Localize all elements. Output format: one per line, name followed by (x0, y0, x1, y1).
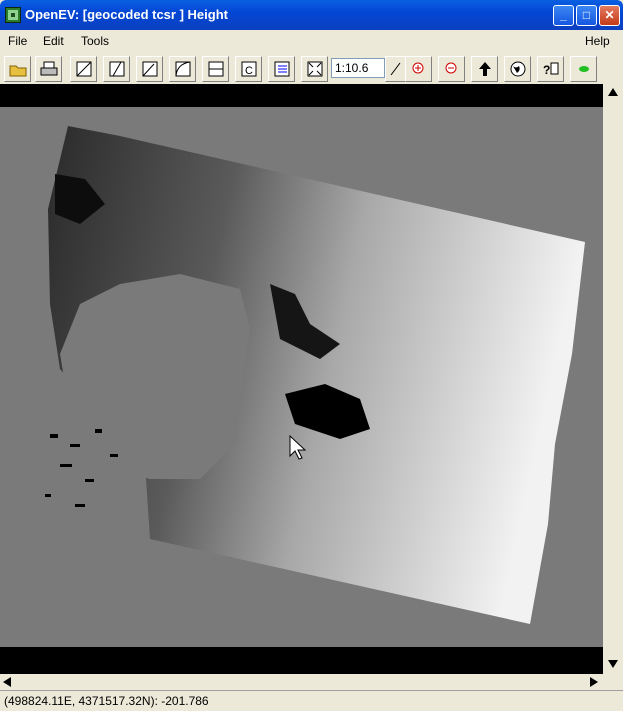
window-title: OpenEV: [geocoded tcsr ] Height (25, 7, 228, 22)
scroll-down-icon[interactable] (608, 660, 618, 668)
scroll-right-icon[interactable] (590, 677, 598, 687)
zoom-out-icon (445, 62, 456, 74)
toolbar: C ? (0, 54, 623, 84)
help-query-button[interactable]: ? (537, 56, 564, 82)
stretch-b-icon (142, 61, 157, 77)
openev-app-icon (5, 7, 21, 23)
stretch-linear-icon (76, 61, 91, 77)
svg-text:C: C (245, 65, 253, 77)
stretch-curve-icon (175, 61, 190, 77)
open-button[interactable] (4, 56, 31, 82)
map-view-canvas[interactable] (0, 84, 603, 674)
menu-help[interactable]: Help (585, 34, 610, 48)
zoom-slider-button[interactable] (385, 56, 407, 82)
stretch-a-button[interactable] (103, 56, 130, 82)
linear-stretch-button[interactable] (70, 56, 97, 82)
stretch-b-button[interactable] (136, 56, 163, 82)
nodata-region (60, 274, 250, 479)
zoom-ratio-field[interactable]: 1:10.6 (331, 58, 385, 78)
vertical-scrollbar[interactable] (603, 84, 623, 674)
up-arrow-icon (478, 62, 491, 76)
scroll-up-icon[interactable] (608, 88, 618, 96)
title-bar[interactable]: OpenEV: [geocoded tcsr ] Height _ □ ✕ (0, 0, 623, 30)
status-bar: (498824.11E, 4371517.32N): -201.786 (0, 690, 623, 711)
zoom-in-icon (412, 62, 423, 74)
height-raster-image (45, 126, 585, 624)
classify-button[interactable]: C (235, 56, 262, 82)
fit-extent-button[interactable] (301, 56, 328, 82)
menu-file[interactable]: File (8, 34, 27, 48)
georef-button[interactable] (504, 56, 531, 82)
open-folder-icon (9, 65, 26, 77)
minimize-button[interactable]: _ (553, 5, 574, 26)
pan-up-button[interactable] (471, 56, 498, 82)
print-icon (40, 61, 57, 76)
fit-extent-icon (307, 61, 322, 77)
help-query-icon: ? (543, 62, 558, 77)
menu-edit[interactable]: Edit (43, 34, 64, 48)
scroll-left-icon[interactable] (3, 677, 11, 687)
horizontal-scrollbar[interactable] (0, 674, 603, 690)
zoom-out-button[interactable] (438, 56, 465, 82)
green-indicator-icon (578, 66, 589, 72)
menu-tools[interactable]: Tools (81, 34, 109, 48)
canvas-bottom-band (0, 647, 603, 674)
stretch-curve-button[interactable] (169, 56, 196, 82)
stretch-a-icon (109, 61, 124, 77)
globe-icon (510, 61, 525, 77)
gcp-button[interactable] (202, 56, 229, 82)
classify-icon: C (241, 61, 256, 77)
legend-list-icon (274, 61, 289, 77)
gcp-icon (208, 61, 223, 77)
legend-button[interactable] (268, 56, 295, 82)
zoom-slider-icon (390, 62, 401, 76)
zoom-in-button[interactable] (405, 56, 432, 82)
print-button[interactable] (35, 56, 62, 82)
status-indicator-button[interactable] (570, 56, 597, 82)
menu-bar: File Edit Tools Help (0, 30, 623, 52)
maximize-button[interactable]: □ (576, 5, 597, 26)
coordinate-readout: (498824.11E, 4371517.32N): -201.786 (4, 694, 209, 708)
svg-text:?: ? (543, 63, 550, 77)
close-button[interactable]: ✕ (599, 5, 620, 26)
